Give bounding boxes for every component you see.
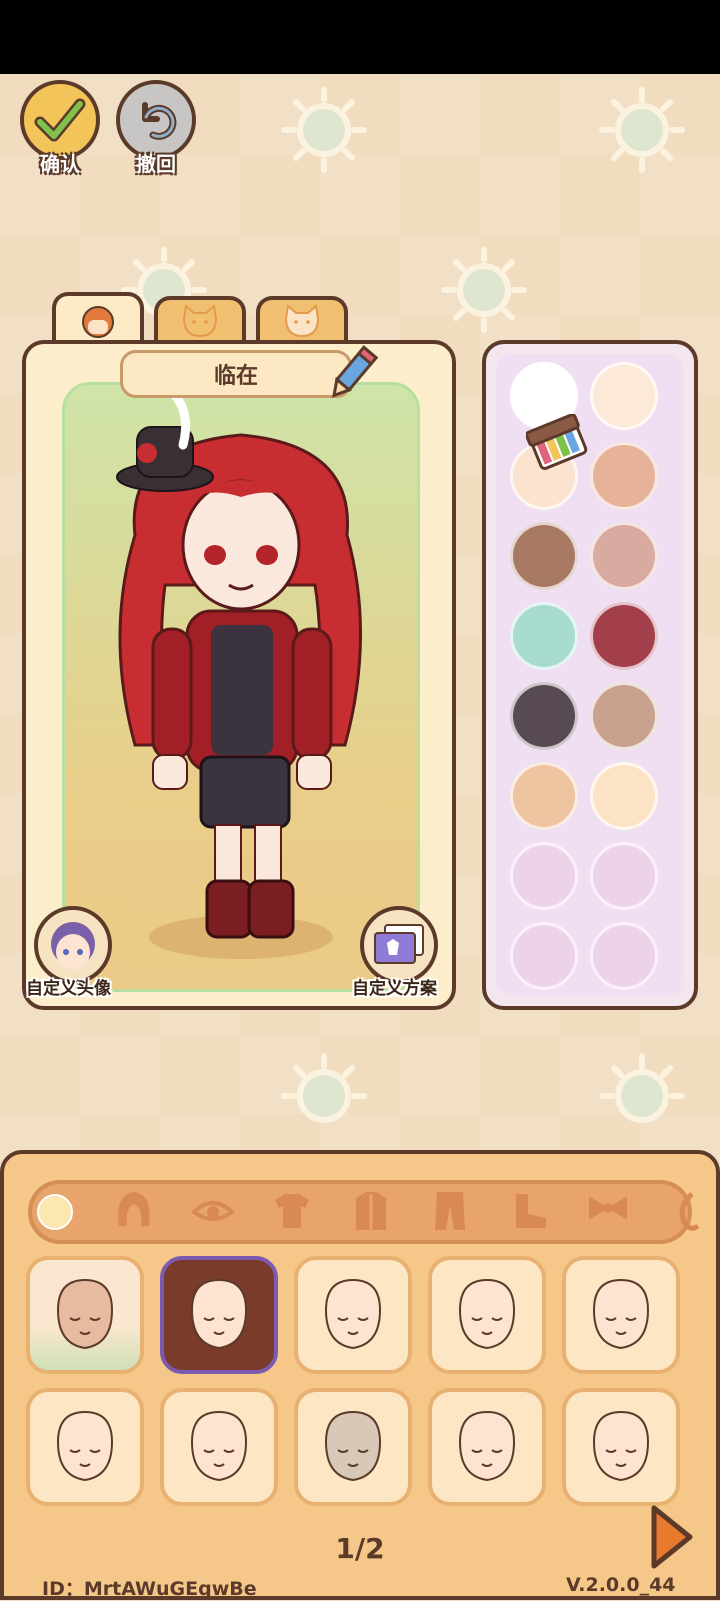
color-swatch[interactable] bbox=[590, 682, 658, 750]
category-shirt[interactable] bbox=[267, 1186, 317, 1236]
character-name: 临在 bbox=[213, 364, 258, 389]
cat-face-icon bbox=[284, 304, 320, 338]
character-stage bbox=[62, 382, 420, 992]
tab-person[interactable] bbox=[52, 292, 144, 344]
custom-scheme-label: 自定义方案 bbox=[352, 979, 437, 999]
shirt-icon bbox=[275, 1194, 309, 1228]
color-swatch[interactable] bbox=[510, 762, 578, 830]
sun-decoration-icon bbox=[599, 1053, 685, 1123]
shoe-icon bbox=[516, 1194, 546, 1228]
sun-decoration-icon bbox=[281, 87, 367, 173]
face-item[interactable] bbox=[160, 1256, 278, 1374]
undo-label: 撤回 bbox=[136, 152, 176, 176]
color-swatch[interactable] bbox=[590, 602, 658, 670]
avatar-icon bbox=[51, 922, 95, 970]
next-page-arrow-icon[interactable] bbox=[646, 1502, 696, 1572]
coat-icon bbox=[356, 1192, 386, 1230]
hair-icon bbox=[118, 1192, 150, 1226]
pants-icon bbox=[435, 1192, 465, 1230]
face-preview-icon bbox=[56, 1410, 114, 1482]
face-item[interactable] bbox=[26, 1256, 144, 1374]
user-id-text: ID：MrtAWuGEqwBe bbox=[42, 1578, 257, 1600]
color-swatch[interactable] bbox=[590, 362, 658, 430]
tab-cat-2[interactable] bbox=[256, 296, 348, 344]
custom-avatar-label: 自定义头像 bbox=[26, 979, 111, 999]
category-accessory[interactable] bbox=[662, 1186, 712, 1236]
confirm-label: 确认 bbox=[40, 152, 80, 176]
face-preview-icon bbox=[324, 1278, 382, 1350]
character-figure bbox=[116, 390, 363, 959]
version-text: V.2.0.0_44 bbox=[566, 1574, 676, 1596]
face-preview-icon bbox=[592, 1410, 650, 1482]
face-preview-icon bbox=[324, 1410, 382, 1482]
face-item[interactable] bbox=[294, 1256, 412, 1374]
eye-icon bbox=[190, 1201, 236, 1221]
face-preview-icon bbox=[56, 1278, 114, 1350]
face-preview-icon bbox=[190, 1278, 248, 1350]
color-swatch[interactable] bbox=[510, 522, 578, 590]
face-item[interactable] bbox=[160, 1388, 278, 1506]
color-palette-panel bbox=[482, 340, 698, 1010]
category-coat[interactable] bbox=[346, 1186, 396, 1236]
sun-decoration-icon bbox=[281, 1053, 367, 1123]
face-preview-icon bbox=[458, 1410, 516, 1482]
color-box-icon bbox=[526, 414, 588, 470]
color-swatch[interactable] bbox=[510, 682, 578, 750]
custom-avatar-button[interactable] bbox=[34, 906, 112, 984]
color-swatch[interactable] bbox=[510, 922, 578, 990]
color-swatch[interactable] bbox=[590, 842, 658, 910]
color-swatch[interactable] bbox=[510, 842, 578, 910]
face-item[interactable] bbox=[428, 1388, 546, 1506]
accessory-icon bbox=[679, 1192, 700, 1231]
undo-icon bbox=[142, 102, 177, 140]
character-name-plate[interactable]: 临在 bbox=[120, 350, 352, 398]
person-head-icon bbox=[82, 306, 114, 338]
face-item[interactable] bbox=[562, 1388, 680, 1506]
category-hair[interactable] bbox=[109, 1186, 159, 1236]
sun-decoration-icon bbox=[441, 247, 527, 333]
category-pants[interactable] bbox=[425, 1186, 475, 1236]
category-shoe[interactable] bbox=[504, 1186, 554, 1236]
face-preview-icon bbox=[592, 1278, 650, 1350]
page-indicator: 1/2 bbox=[335, 1532, 385, 1565]
status-bar bbox=[0, 0, 720, 74]
sun-decoration-icon bbox=[599, 87, 685, 173]
category-eye[interactable] bbox=[188, 1186, 238, 1236]
outfit-cards-icon bbox=[374, 924, 424, 964]
custom-scheme-button[interactable] bbox=[360, 906, 438, 984]
category-bow[interactable] bbox=[583, 1186, 633, 1236]
checkmark-icon bbox=[34, 98, 86, 142]
pencil-edit-icon[interactable] bbox=[324, 344, 380, 404]
color-swatch[interactable] bbox=[510, 602, 578, 670]
face-item[interactable] bbox=[562, 1256, 680, 1374]
color-swatch[interactable] bbox=[590, 442, 658, 510]
face-item[interactable] bbox=[294, 1388, 412, 1506]
cat-face-icon bbox=[182, 304, 218, 338]
color-swatch[interactable] bbox=[590, 762, 658, 830]
character-preview-panel: 临在 自定义头像 自定义方案 bbox=[22, 340, 456, 1010]
color-swatch[interactable] bbox=[590, 522, 658, 590]
color-swatch[interactable] bbox=[590, 922, 658, 990]
category-face[interactable] bbox=[30, 1186, 80, 1236]
face-item[interactable] bbox=[428, 1256, 546, 1374]
face-icon bbox=[37, 1194, 73, 1230]
bow-icon bbox=[589, 1196, 627, 1220]
face-preview-icon bbox=[458, 1278, 516, 1350]
face-preview-icon bbox=[190, 1410, 248, 1482]
face-item[interactable] bbox=[26, 1388, 144, 1506]
tab-cat-1[interactable] bbox=[154, 296, 246, 344]
palette-grid bbox=[496, 354, 684, 996]
